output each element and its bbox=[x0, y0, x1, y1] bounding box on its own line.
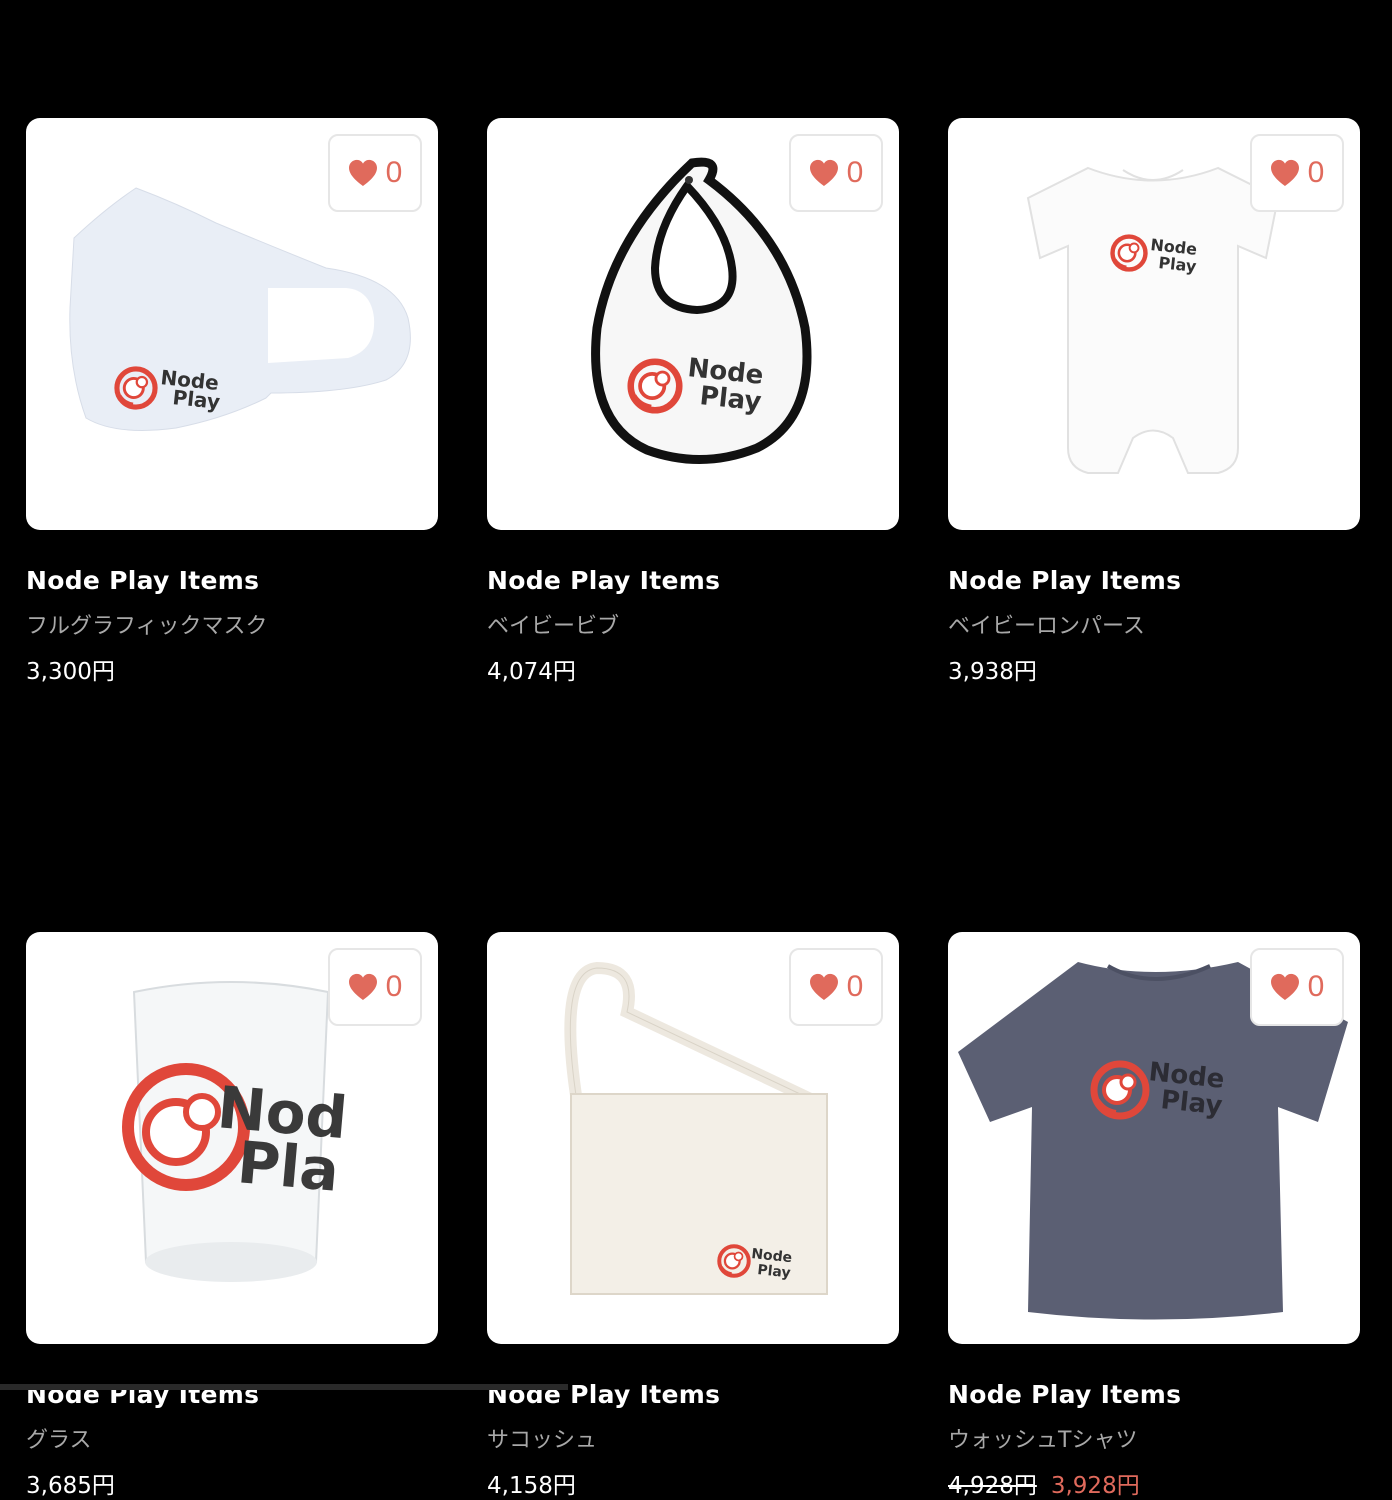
shop-name[interactable]: Node Play Items bbox=[948, 566, 1360, 596]
product-card[interactable]: Node Play 0 Node Play Items ベイビーロンパース 3,… bbox=[948, 118, 1360, 686]
original-price: 4,928円 bbox=[948, 1473, 1037, 1499]
svg-text:Play: Play bbox=[1159, 1085, 1224, 1121]
like-count: 0 bbox=[846, 156, 864, 189]
like-count: 0 bbox=[1307, 970, 1325, 1003]
product-card[interactable]: Nod Pla 0 Node Play Items グラス 3,685円 bbox=[26, 932, 438, 1500]
product-card[interactable]: Node Play 0 Node Play Items サコッシュ 4,158円 bbox=[487, 932, 899, 1500]
product-image-tshirt[interactable]: Node Play 0 bbox=[948, 932, 1360, 1344]
product-grid: Node Play 0 Node Play Items フルグラフィックマスク … bbox=[26, 118, 1360, 1500]
product-price: 4,074円 bbox=[487, 659, 576, 685]
svg-text:Play: Play bbox=[171, 385, 221, 414]
product-card[interactable]: Node Play 0 Node Play Items フルグラフィックマスク … bbox=[26, 118, 438, 686]
product-image-sacoche[interactable]: Node Play 0 bbox=[487, 932, 899, 1344]
like-button[interactable]: 0 bbox=[1250, 948, 1344, 1026]
like-button[interactable]: 0 bbox=[328, 948, 422, 1026]
product-price: 3,938円 bbox=[948, 659, 1037, 685]
product-price: 3,685円 bbox=[26, 1473, 115, 1499]
product-name[interactable]: ウォッシュTシャツ bbox=[948, 1427, 1360, 1455]
shop-name[interactable]: Node Play Items bbox=[26, 566, 438, 596]
product-name[interactable]: フルグラフィックマスク bbox=[26, 613, 438, 641]
heart-icon bbox=[348, 973, 378, 1001]
sale-price: 3,928円 bbox=[1050, 1473, 1140, 1499]
like-button[interactable]: 0 bbox=[789, 948, 883, 1026]
product-image-bib[interactable]: Node Play 0 bbox=[487, 118, 899, 530]
product-card[interactable]: Node Play 0 Node Play Items ベイビービブ 4,074… bbox=[487, 118, 899, 686]
product-price: 4,928円 3,928円 bbox=[948, 1472, 1360, 1500]
heart-icon bbox=[1270, 159, 1300, 187]
product-price: 4,158円 bbox=[487, 1473, 576, 1499]
shop-name[interactable]: Node Play Items bbox=[948, 1380, 1360, 1410]
like-button[interactable]: 0 bbox=[1250, 134, 1344, 212]
svg-text:Pla: Pla bbox=[235, 1128, 342, 1205]
like-count: 0 bbox=[385, 970, 403, 1003]
like-count: 0 bbox=[846, 970, 864, 1003]
svg-text:Play: Play bbox=[1158, 253, 1198, 276]
shop-name[interactable]: Node Play Items bbox=[487, 566, 899, 596]
product-image-mask[interactable]: Node Play 0 bbox=[26, 118, 438, 530]
like-count: 0 bbox=[385, 156, 403, 189]
product-card[interactable]: Node Play 0 Node Play Items ウォッシュTシャツ 4,… bbox=[948, 932, 1360, 1500]
product-name[interactable]: ベイビービブ bbox=[487, 613, 899, 641]
product-image-romper[interactable]: Node Play 0 bbox=[948, 118, 1360, 530]
heart-icon bbox=[348, 159, 378, 187]
scrollbar[interactable] bbox=[0, 1384, 568, 1390]
heart-icon bbox=[1270, 973, 1300, 1001]
like-button[interactable]: 0 bbox=[328, 134, 422, 212]
svg-text:Play: Play bbox=[698, 381, 763, 417]
product-name[interactable]: サコッシュ bbox=[487, 1427, 899, 1455]
product-name[interactable]: グラス bbox=[26, 1427, 438, 1455]
like-count: 0 bbox=[1307, 156, 1325, 189]
like-button[interactable]: 0 bbox=[789, 134, 883, 212]
heart-icon bbox=[809, 159, 839, 187]
heart-icon bbox=[809, 973, 839, 1001]
product-name[interactable]: ベイビーロンパース bbox=[948, 613, 1360, 641]
product-image-glass[interactable]: Nod Pla 0 bbox=[26, 932, 438, 1344]
product-price: 3,300円 bbox=[26, 659, 115, 685]
